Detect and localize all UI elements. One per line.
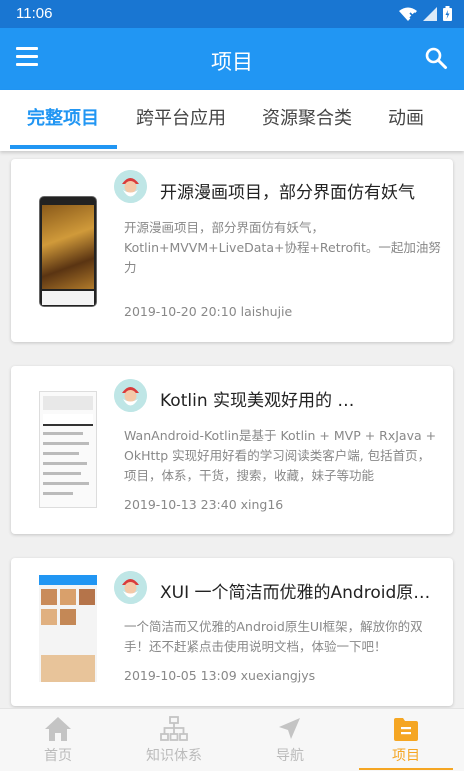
nav-item-knowledge[interactable]: 知识体系 — [116, 709, 232, 771]
project-author: xuexiangjys — [240, 668, 316, 683]
project-card[interactable]: 开源漫画项目，部分界面仿有妖气 开源漫画项目，部分界面仿有妖气，Kotlin+M… — [11, 159, 453, 342]
avatar — [114, 379, 147, 412]
project-date: 2019-10-05 13:09 — [124, 668, 237, 683]
nav-label: 项目 — [392, 748, 420, 764]
nav-label: 导航 — [276, 748, 304, 764]
hierarchy-icon — [160, 716, 188, 741]
avatar — [114, 170, 147, 203]
battery-icon — [443, 6, 452, 21]
active-tab-indicator — [10, 145, 117, 149]
project-icon — [394, 718, 418, 741]
tab-animation[interactable]: 动画 — [388, 90, 424, 151]
search-icon[interactable] — [424, 46, 448, 70]
project-title: XUI 一个简洁而优雅的Android原生UI框架 — [160, 583, 436, 603]
nav-label: 首页 — [44, 748, 72, 764]
home-icon — [45, 717, 71, 741]
category-tab-bar: 完整项目 跨平台应用 资源聚合类 动画 — [0, 90, 464, 151]
project-meta: 2019-10-13 23:40 xing16 — [124, 497, 283, 512]
status-bar: 11:06 — [0, 0, 464, 28]
project-description: WanAndroid-Kotlin是基于 Kotlin + MVP + RxJa… — [124, 428, 437, 483]
avatar — [114, 571, 147, 604]
status-time: 11:06 — [16, 5, 53, 22]
project-title: 开源漫画项目，部分界面仿有妖气 — [160, 183, 415, 203]
project-thumbnail — [39, 391, 97, 508]
status-icons — [399, 6, 452, 21]
app-bar: 项目 — [0, 28, 464, 90]
project-thumbnail — [39, 196, 97, 307]
project-card[interactable]: Kotlin 实现美观好用的 … WanAndroid-Kotlin是基于 Ko… — [11, 366, 453, 534]
project-author: laishujie — [240, 304, 293, 319]
project-card[interactable]: XUI 一个简洁而优雅的Android原生UI框架 一个简洁而又优雅的Andro… — [11, 558, 453, 706]
project-author: xing16 — [240, 497, 284, 512]
project-meta: 2019-10-05 13:09 xuexiangjys — [124, 668, 315, 683]
active-nav-indicator — [359, 768, 453, 770]
tab-complete-projects[interactable]: 完整项目 — [27, 90, 99, 151]
project-description: 一个简洁而又优雅的Android原生UI框架，解放你的双手！还不赶紧点击使用说明… — [124, 619, 423, 654]
page-title: 项目 — [211, 50, 253, 74]
bottom-navigation: 首页 知识体系 导航 项目 — [0, 708, 464, 771]
tab-cross-platform[interactable]: 跨平台应用 — [136, 90, 226, 151]
signal-icon — [423, 6, 437, 21]
navigation-arrow-icon — [279, 718, 300, 739]
nav-item-projects[interactable]: 项目 — [348, 709, 464, 771]
project-title: Kotlin 实现美观好用的 … — [160, 391, 355, 411]
nav-label: 知识体系 — [146, 748, 202, 764]
project-description: 开源漫画项目，部分界面仿有妖气，Kotlin+MVVM+LiveData+协程+… — [124, 220, 441, 275]
nav-item-home[interactable]: 首页 — [0, 709, 116, 771]
wifi-icon — [399, 7, 417, 21]
project-date: 2019-10-13 23:40 — [124, 497, 237, 512]
tab-resource-aggregation[interactable]: 资源聚合类 — [262, 90, 352, 151]
project-meta: 2019-10-20 20:10 laishujie — [124, 304, 292, 319]
project-date: 2019-10-20 20:10 — [124, 304, 237, 319]
project-thumbnail — [39, 575, 97, 682]
nav-item-navigation[interactable]: 导航 — [232, 709, 348, 771]
